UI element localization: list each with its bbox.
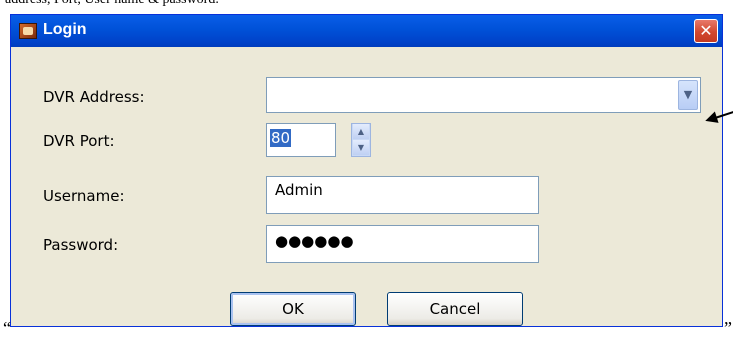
login-dialog: Login ✕ DVR Address: ▼ DVR Port: 80 ▲ ▼ …	[10, 14, 723, 327]
title-bar[interactable]: Login ✕	[11, 15, 722, 47]
username-value: Admin	[275, 181, 323, 199]
username-label: Username:	[43, 187, 125, 205]
spin-down-icon[interactable]: ▼	[353, 140, 369, 155]
window-title: Login	[43, 21, 87, 38]
close-quote: ”	[724, 318, 732, 338]
dvr-address-combobox[interactable]: ▼	[266, 77, 701, 113]
document-text-snippet: address, Port, User name & password.	[5, 0, 219, 8]
dvr-port-spinner[interactable]: ▲ ▼	[351, 123, 371, 157]
dvr-port-input[interactable]: 80	[266, 123, 336, 157]
password-value: ●●●●●●	[275, 232, 354, 250]
app-icon	[19, 23, 37, 39]
username-input[interactable]: Admin	[266, 176, 539, 214]
ok-button[interactable]: OK	[230, 292, 356, 326]
spin-up-icon[interactable]: ▲	[353, 124, 369, 139]
open-quote: “	[3, 318, 11, 338]
cancel-button[interactable]: Cancel	[387, 292, 523, 326]
password-input[interactable]: ●●●●●●	[266, 225, 539, 263]
close-button[interactable]: ✕	[694, 19, 718, 43]
dvr-address-label: DVR Address:	[43, 88, 145, 106]
password-label: Password:	[43, 236, 119, 254]
dvr-port-label: DVR Port:	[43, 132, 115, 150]
dvr-port-value: 80	[270, 129, 292, 147]
chevron-down-icon[interactable]: ▼	[678, 80, 698, 110]
